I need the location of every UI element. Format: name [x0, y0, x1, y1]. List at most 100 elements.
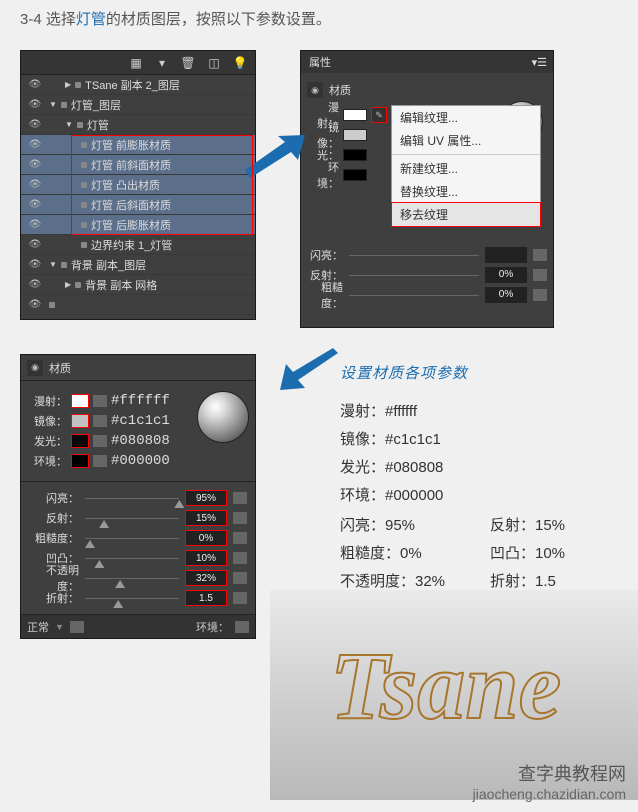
color-swatch[interactable]	[71, 394, 89, 408]
layer-row[interactable]: 👁灯管 前膨胀材质	[21, 135, 255, 155]
visibility-eye-icon[interactable]: 👁	[25, 239, 45, 250]
folder-icon[interactable]	[533, 269, 547, 281]
visibility-eye-icon[interactable]: 👁	[25, 259, 45, 270]
slider-track[interactable]	[85, 571, 179, 585]
layer-label: 灯管 后斜面材质	[91, 197, 171, 213]
folder-icon-2[interactable]	[235, 621, 249, 633]
menu-item[interactable]: 编辑纹理...	[392, 106, 540, 129]
toggle-triangle-icon[interactable]: ▼	[49, 260, 57, 269]
visibility-eye-icon[interactable]: 👁	[25, 199, 45, 210]
layer-row[interactable]: 👁灯管 后膨胀材质	[21, 215, 255, 235]
folder-icon[interactable]	[533, 249, 547, 261]
layer-type-icon	[81, 222, 87, 228]
folder-icon[interactable]	[93, 395, 107, 407]
folder-icon[interactable]	[93, 415, 107, 427]
visibility-eye-icon[interactable]: 👁	[25, 139, 45, 150]
menu-item[interactable]: 编辑 UV 属性...	[392, 129, 540, 152]
folder-icon[interactable]	[70, 621, 84, 633]
layer-row[interactable]: 👁▼背景 副本_图层	[21, 255, 255, 275]
filter-icon[interactable]: ▦	[129, 56, 143, 70]
panel-menu-icon[interactable]: ▾☰	[532, 56, 547, 69]
layer-row[interactable]: 👁灯管 前斜面材质	[21, 155, 255, 175]
visibility-eye-icon[interactable]: 👁	[25, 179, 45, 190]
folder-icon[interactable]	[233, 572, 247, 584]
slider-track[interactable]	[85, 591, 179, 605]
slider-value[interactable]: 10%	[185, 550, 227, 566]
layer-row[interactable]: 👁边界约束 1_灯管	[21, 235, 255, 255]
visibility-eye-icon[interactable]: 👁	[25, 119, 45, 130]
visibility-eye-icon[interactable]: 👁	[25, 279, 45, 290]
slider-value[interactable]	[485, 247, 527, 263]
arrow-icon-1	[240, 130, 310, 180]
bulb-icon[interactable]: 💡	[233, 56, 247, 70]
slider-track[interactable]	[85, 511, 179, 525]
layer-row[interactable]: 👁▶TSane 副本 2_图层	[21, 75, 255, 95]
ambient-swatch[interactable]	[343, 169, 367, 181]
folder-icon[interactable]	[233, 532, 247, 544]
parameters-description: 设置材质各项参数 漫射：#ffffff镜像：#c1c1c1发光：#080808环…	[340, 360, 565, 596]
color-swatch[interactable]	[71, 414, 89, 428]
layers-list: 👁▶TSane 副本 2_图层👁▼灯管_图层👁▼灯管👁灯管 前膨胀材质👁灯管 前…	[21, 75, 255, 315]
visibility-eye-icon[interactable]: 👁	[25, 99, 45, 110]
options-icon[interactable]: ▾	[155, 56, 169, 70]
slider-value[interactable]: 0%	[185, 530, 227, 546]
diffuse-texture-button[interactable]: ✎	[371, 107, 387, 123]
toggle-triangle-icon[interactable]: ▶	[65, 80, 71, 89]
layer-row[interactable]: 👁▼灯管_图层	[21, 95, 255, 115]
layer-type-icon	[75, 82, 81, 88]
trash-icon[interactable]: 🗑	[181, 56, 195, 70]
menu-item[interactable]: 新建纹理...	[392, 157, 540, 180]
slider-track[interactable]	[85, 531, 179, 545]
layer-row[interactable]: 👁 灯管 凸出材质	[21, 175, 255, 195]
folder-icon[interactable]	[233, 492, 247, 504]
glow-swatch[interactable]	[343, 149, 367, 161]
layer-row[interactable]: 👁	[21, 295, 255, 315]
layer-type-icon	[81, 162, 87, 168]
folder-icon[interactable]	[233, 512, 247, 524]
slider-value[interactable]: 15%	[185, 510, 227, 526]
properties-tab[interactable]: 属性 ▾☰	[301, 51, 553, 73]
visibility-eye-icon[interactable]: 👁	[25, 219, 45, 230]
slider-value[interactable]: 95%	[185, 490, 227, 506]
slider-track[interactable]	[85, 491, 179, 505]
toggle-triangle-icon[interactable]: ▶	[65, 280, 71, 289]
layer-type-icon	[81, 142, 87, 148]
color-swatch[interactable]	[71, 454, 89, 468]
slider-track[interactable]	[349, 288, 479, 302]
blend-mode-select[interactable]: 正常	[27, 619, 49, 635]
layer-row[interactable]: 👁 灯管 后斜面材质	[21, 195, 255, 215]
slider-value[interactable]: 1.5	[185, 590, 227, 606]
instruction-text: 3-4 选择灯管的材质图层，按照以下参数设置。	[0, 0, 638, 37]
visibility-eye-icon[interactable]: 👁	[25, 79, 45, 90]
color-swatch[interactable]	[71, 434, 89, 448]
params-title: 设置材质各项参数	[340, 360, 565, 388]
new-icon[interactable]: ◫	[207, 56, 221, 70]
layer-row[interactable]: 👁▶背景 副本 网格	[21, 275, 255, 295]
specular-swatch[interactable]	[343, 129, 367, 141]
menu-item[interactable]: 移去纹理	[391, 202, 541, 227]
menu-item[interactable]: 替换纹理...	[392, 180, 540, 203]
folder-icon[interactable]	[233, 592, 247, 604]
layer-label: 灯管 凸出材质	[91, 177, 160, 193]
visibility-eye-icon[interactable]: 👁	[25, 159, 45, 170]
slider-track[interactable]	[349, 248, 479, 262]
layer-type-icon	[81, 202, 87, 208]
slider-value[interactable]: 32%	[185, 570, 227, 586]
material-param-row: 发光： #080808	[33, 431, 183, 451]
toggle-triangle-icon[interactable]: ▼	[65, 120, 73, 129]
layer-row[interactable]: 👁▼灯管	[21, 115, 255, 135]
slider-track[interactable]	[85, 551, 179, 565]
folder-icon[interactable]	[93, 435, 107, 447]
layer-type-icon	[81, 182, 87, 188]
folder-icon[interactable]	[233, 552, 247, 564]
folder-icon[interactable]	[533, 289, 547, 301]
layer-type-icon	[77, 122, 83, 128]
toggle-triangle-icon[interactable]: ▼	[49, 100, 57, 109]
diffuse-swatch[interactable]	[343, 109, 367, 121]
slider-value[interactable]: 0%	[485, 287, 527, 303]
folder-icon[interactable]	[93, 455, 107, 467]
slider-track[interactable]	[349, 268, 479, 282]
material-param-row: 漫射： #ffffff	[33, 391, 183, 411]
visibility-eye-icon[interactable]: 👁	[25, 299, 45, 310]
slider-value[interactable]: 0%	[485, 267, 527, 283]
